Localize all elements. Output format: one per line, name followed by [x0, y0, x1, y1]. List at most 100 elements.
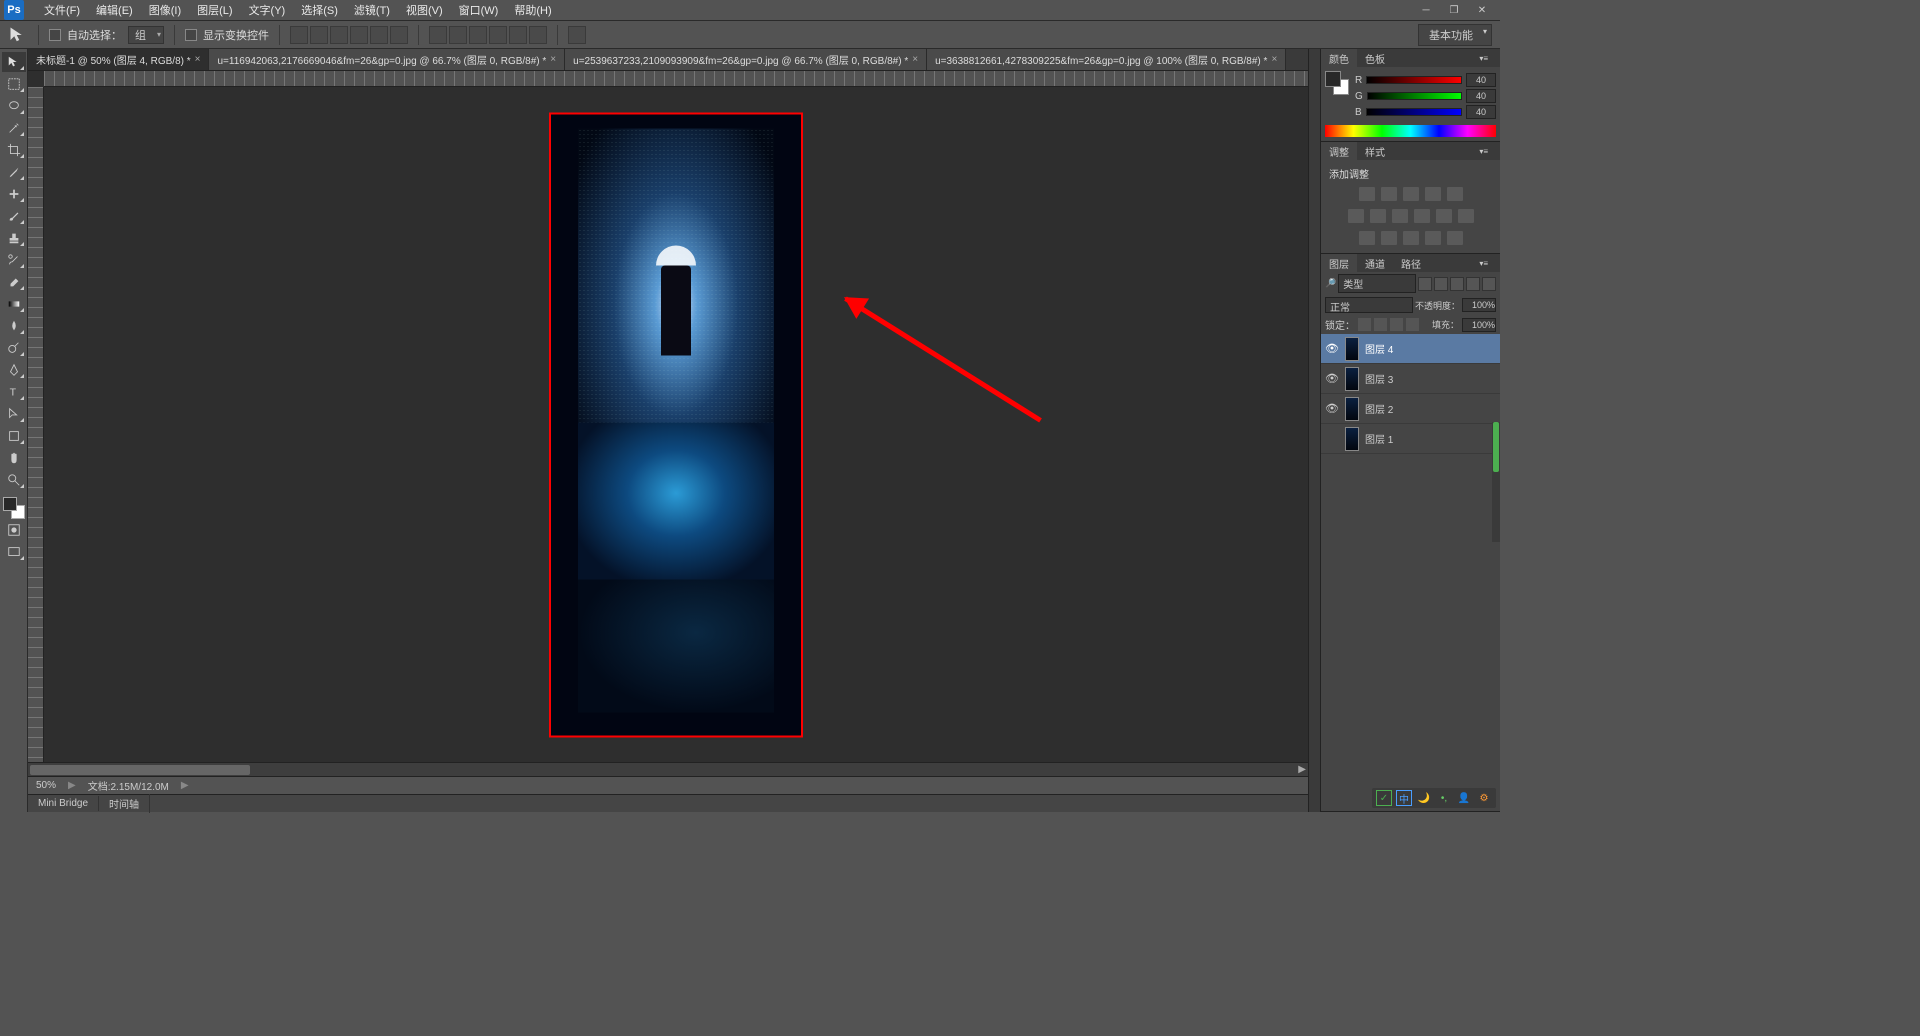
filter-smart-icon[interactable] — [1482, 277, 1496, 291]
align-vcenter-icon[interactable] — [310, 26, 328, 44]
visibility-icon[interactable] — [1325, 432, 1339, 446]
exposure-icon[interactable] — [1425, 187, 1441, 201]
ime-moon-icon[interactable]: 🌙 — [1416, 790, 1432, 806]
selective-color-icon[interactable] — [1447, 231, 1463, 245]
layer-thumbnail[interactable] — [1345, 337, 1359, 361]
mini-bridge-tab[interactable]: Mini Bridge — [28, 796, 99, 811]
lasso-tool[interactable] — [2, 96, 26, 116]
panel-menu-icon[interactable]: ▾≡ — [1471, 52, 1496, 65]
filter-kind-dropdown[interactable]: 类型 — [1338, 274, 1416, 293]
channels-tab[interactable]: 通道 — [1357, 254, 1393, 273]
close-icon[interactable]: × — [195, 54, 201, 65]
g-slider[interactable] — [1367, 92, 1462, 100]
levels-icon[interactable] — [1381, 187, 1397, 201]
canvas-viewport[interactable] — [44, 87, 1308, 762]
photo-filter-icon[interactable] — [1414, 209, 1430, 223]
close-icon[interactable]: × — [1271, 54, 1277, 65]
visibility-icon[interactable]: 👁 — [1325, 342, 1339, 356]
eraser-tool[interactable] — [2, 272, 26, 292]
adjustments-tab[interactable]: 调整 — [1321, 142, 1357, 161]
hand-tool[interactable] — [2, 448, 26, 468]
filter-pixel-icon[interactable] — [1418, 277, 1432, 291]
layer-name[interactable]: 图层 1 — [1365, 431, 1393, 446]
quick-mask-icon[interactable] — [2, 520, 26, 540]
opacity-input[interactable] — [1462, 298, 1496, 312]
close-button[interactable]: ✕ — [1468, 2, 1496, 18]
document-tab[interactable]: u=2539637233,2109093909&fm=26&gp=0.jpg @… — [565, 49, 927, 70]
r-value[interactable]: 40 — [1466, 73, 1496, 87]
brush-tool[interactable] — [2, 206, 26, 226]
maximize-button[interactable]: ❐ — [1440, 2, 1468, 18]
timeline-tab[interactable]: 时间轴 — [99, 794, 150, 813]
distribute-vcenter-icon[interactable] — [449, 26, 467, 44]
r-slider[interactable] — [1366, 76, 1462, 84]
threshold-icon[interactable] — [1403, 231, 1419, 245]
marquee-tool[interactable] — [2, 74, 26, 94]
minimize-button[interactable]: ─ — [1412, 2, 1440, 18]
distribute-right-icon[interactable] — [529, 26, 547, 44]
dodge-tool[interactable] — [2, 338, 26, 358]
menu-type[interactable]: 文字(Y) — [241, 0, 294, 21]
layer-name[interactable]: 图层 4 — [1365, 341, 1393, 356]
menu-layer[interactable]: 图层(L) — [189, 0, 240, 21]
scrollbar-thumb[interactable] — [30, 765, 250, 775]
gradient-tool[interactable] — [2, 294, 26, 314]
lock-position-icon[interactable] — [1390, 318, 1403, 331]
layer-name[interactable]: 图层 2 — [1365, 401, 1393, 416]
lock-transparent-icon[interactable] — [1358, 318, 1371, 331]
menu-select[interactable]: 选择(S) — [293, 0, 346, 21]
ime-settings-icon[interactable]: ⚙ — [1476, 790, 1492, 806]
filter-shape-icon[interactable] — [1466, 277, 1480, 291]
styles-tab[interactable]: 样式 — [1357, 142, 1393, 161]
show-transform-checkbox[interactable] — [185, 29, 197, 41]
align-hcenter-icon[interactable] — [370, 26, 388, 44]
menu-help[interactable]: 帮助(H) — [506, 0, 559, 21]
bw-icon[interactable] — [1392, 209, 1408, 223]
document-tab[interactable]: u=3638812661,4278309225&fm=26&gp=0.jpg @… — [927, 49, 1286, 70]
close-icon[interactable]: × — [912, 54, 918, 65]
crop-tool[interactable] — [2, 140, 26, 160]
hue-icon[interactable] — [1348, 209, 1364, 223]
fg-swatch[interactable] — [1325, 71, 1341, 87]
align-top-icon[interactable] — [290, 26, 308, 44]
move-tool[interactable] — [2, 52, 26, 72]
ime-punct-icon[interactable]: •, — [1436, 790, 1452, 806]
info-arrow-icon[interactable]: ▶ — [181, 780, 189, 791]
gradient-map-icon[interactable] — [1425, 231, 1441, 245]
menu-view[interactable]: 视图(V) — [398, 0, 451, 21]
color-tab[interactable]: 颜色 — [1321, 49, 1357, 68]
distribute-left-icon[interactable] — [489, 26, 507, 44]
history-brush-tool[interactable] — [2, 250, 26, 270]
auto-select-dropdown[interactable]: 组 — [128, 26, 164, 44]
menu-edit[interactable]: 编辑(E) — [88, 0, 141, 21]
horizontal-scrollbar[interactable]: ▶ — [28, 762, 1308, 776]
eyedropper-tool[interactable] — [2, 162, 26, 182]
filter-type-icon[interactable] — [1450, 277, 1464, 291]
document-tab[interactable]: u=116942063,2176669046&fm=26&gp=0.jpg @ … — [209, 49, 565, 70]
panel-menu-icon[interactable]: ▾≡ — [1471, 145, 1496, 158]
visibility-icon[interactable]: 👁 — [1325, 372, 1339, 386]
visibility-icon[interactable]: 👁 — [1325, 402, 1339, 416]
document-tab[interactable]: 未标题-1 @ 50% (图层 4, RGB/8) *× — [28, 49, 209, 70]
b-value[interactable]: 40 — [1466, 105, 1496, 119]
foreground-color[interactable] — [3, 497, 17, 511]
g-value[interactable]: 40 — [1466, 89, 1496, 103]
align-bottom-icon[interactable] — [330, 26, 348, 44]
ime-user-icon[interactable]: 👤 — [1456, 790, 1472, 806]
ime-check-icon[interactable]: ✓ — [1376, 790, 1392, 806]
menu-image[interactable]: 图像(I) — [141, 0, 189, 21]
menu-file[interactable]: 文件(F) — [36, 0, 88, 21]
collapsed-panel-dock[interactable] — [1308, 49, 1320, 812]
lock-pixels-icon[interactable] — [1374, 318, 1387, 331]
3d-mode-icon[interactable] — [568, 26, 586, 44]
filter-adjust-icon[interactable] — [1434, 277, 1448, 291]
layer-thumbnail[interactable] — [1345, 427, 1359, 451]
blend-mode-dropdown[interactable]: 正常 — [1325, 297, 1413, 313]
layer-item[interactable]: 👁 图层 3 — [1321, 364, 1500, 394]
zoom-tool[interactable] — [2, 470, 26, 490]
path-select-tool[interactable] — [2, 404, 26, 424]
swatches-tab[interactable]: 色板 — [1357, 49, 1393, 68]
panel-menu-icon[interactable]: ▾≡ — [1471, 257, 1496, 270]
menu-filter[interactable]: 滤镜(T) — [346, 0, 398, 21]
type-tool[interactable]: T — [2, 382, 26, 402]
